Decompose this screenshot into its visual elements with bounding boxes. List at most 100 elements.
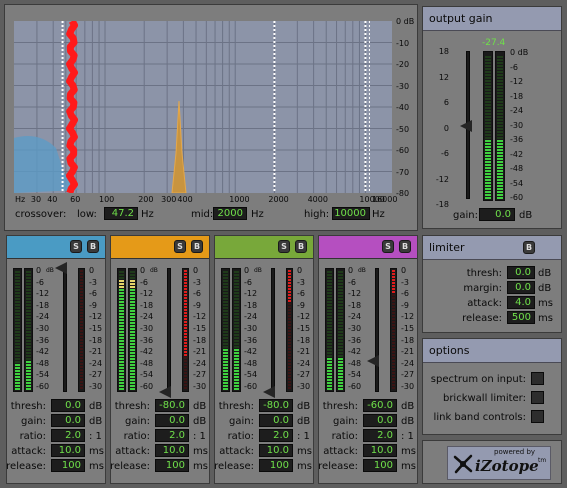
band-4-gain-field[interactable]: 0.0 xyxy=(363,414,397,427)
link-band-controls-checkbox[interactable] xyxy=(531,410,544,423)
band-3-threshold-track[interactable] xyxy=(271,268,275,392)
band-4-attack-field[interactable]: 10.0 xyxy=(363,444,397,457)
output-gain-field[interactable]: 0.0 xyxy=(479,208,515,221)
band-3-release-field[interactable]: 100 xyxy=(259,459,293,472)
high-crossover-field[interactable]: 10000 xyxy=(332,207,370,220)
band-1-release-field[interactable]: 100 xyxy=(51,459,85,472)
band-2-threshold-thumb[interactable] xyxy=(159,386,171,398)
meter-segment xyxy=(234,367,239,369)
meter-segment xyxy=(234,322,239,324)
meter-segment xyxy=(288,381,291,383)
high-label: high: xyxy=(304,209,330,220)
band-3-bypass-button[interactable]: B xyxy=(295,240,307,253)
meter-segment xyxy=(130,364,135,366)
meter-segment xyxy=(26,316,31,318)
band-3-threshold-thumb[interactable] xyxy=(263,386,275,398)
band-2-bypass-button[interactable]: B xyxy=(191,240,203,253)
band-3-solo-button[interactable]: S xyxy=(278,240,290,253)
band-4-threshold-thumb[interactable] xyxy=(367,355,379,367)
band-2-attack-field[interactable]: 10.0 xyxy=(155,444,189,457)
limiter-thresh-field[interactable]: 0.0 xyxy=(507,266,535,279)
meter-segment xyxy=(119,295,124,297)
limiter-bypass-button[interactable]: B xyxy=(523,241,535,254)
meter-segment xyxy=(234,364,239,366)
meter-segment xyxy=(327,358,332,360)
band-2-ratio-field[interactable]: 2.0 xyxy=(155,429,189,442)
output-fader-scale-label: 18 xyxy=(438,47,449,56)
band-4-thresh-field[interactable]: -60.0 xyxy=(363,399,397,412)
band-2-release-unit: ms xyxy=(193,461,208,472)
output-meter-scale-label: -12 xyxy=(510,77,524,86)
band-panel-2: S B 0 -6 -12 -18 -24 -30 -36 -42 -48 -54 -60 dB 0 -3 -6-… xyxy=(110,235,210,484)
limiter-attack-field[interactable]: 4.0 xyxy=(507,296,535,309)
meter-segment xyxy=(223,283,228,285)
band-3-gain-field[interactable]: 0.0 xyxy=(259,414,293,427)
spectrum-freq-label: 400 xyxy=(177,195,193,204)
band-4-ratio-field[interactable]: 2.0 xyxy=(363,429,397,442)
band-4-release-field[interactable]: 100 xyxy=(363,459,397,472)
meter-segment xyxy=(497,77,503,79)
band-4-thresh-label: thresh: xyxy=(322,401,358,412)
band-3-thresh-field[interactable]: -80.0 xyxy=(259,399,293,412)
band-1-level-scale-label: -36 xyxy=(36,335,50,345)
meter-segment xyxy=(392,381,395,383)
spectrum-panel: 0 dB -10 -20 -30 -40 -50 -60 -70 -80 Hz 30 40 60 100… xyxy=(4,4,418,231)
meter-segment xyxy=(184,336,187,338)
band-1-ratio-field[interactable]: 2.0 xyxy=(51,429,85,442)
band-2-threshold-track[interactable] xyxy=(167,268,171,392)
band-3-attack-field[interactable]: 10.0 xyxy=(259,444,293,457)
meter-segment xyxy=(80,324,83,326)
band-2-release-field[interactable]: 100 xyxy=(155,459,189,472)
meter-segment xyxy=(26,379,31,381)
band-1-solo-button[interactable]: S xyxy=(70,240,82,253)
meter-segment xyxy=(497,143,503,145)
output-meter-scale-label: -24 xyxy=(510,106,524,115)
band-1-gain-field[interactable]: 0.0 xyxy=(51,414,85,427)
spectrum-display[interactable] xyxy=(14,21,392,193)
band-4-bypass-button[interactable]: B xyxy=(399,240,411,253)
mid-crossover-field[interactable]: 2000 xyxy=(213,207,247,220)
output-meter-left xyxy=(483,51,493,201)
band-1-level-scale-label: -42 xyxy=(36,347,50,357)
band-4-level-scale-label: -54 xyxy=(348,370,362,380)
meter-segment xyxy=(327,328,332,330)
options-panel: options spectrum on input: brickwall lim… xyxy=(422,338,562,435)
meter-segment xyxy=(392,363,395,365)
band-4-gain-unit: dB xyxy=(401,416,415,427)
meter-segment xyxy=(26,367,31,369)
band-4-threshold-track[interactable] xyxy=(375,268,379,392)
low-crossover-field[interactable]: 47.2 xyxy=(104,207,138,220)
meter-segment xyxy=(497,110,503,112)
band-3-ratio-field[interactable]: 2.0 xyxy=(259,429,293,442)
band-1-bypass-button[interactable]: B xyxy=(87,240,99,253)
band-4-level-scale-label: -12 xyxy=(348,289,362,299)
meter-segment xyxy=(497,83,503,85)
meter-segment xyxy=(15,322,20,324)
spectrum-on-input-checkbox[interactable] xyxy=(531,372,544,385)
band-2-gr-scale-label: -21 xyxy=(193,347,207,357)
meter-segment xyxy=(392,366,395,368)
spectrum-db-label: -40 xyxy=(396,103,410,112)
meter-segment xyxy=(392,342,395,344)
izotope-logo: powered by iZotope tm xyxy=(447,446,551,480)
meter-segment xyxy=(485,152,491,154)
band-2-solo-button[interactable]: S xyxy=(174,240,186,253)
output-gain-fader-thumb[interactable] xyxy=(460,120,472,132)
limiter-release-field[interactable]: 500 xyxy=(507,311,535,324)
meter-segment xyxy=(184,375,187,377)
meter-segment xyxy=(497,161,503,163)
band-4-solo-button[interactable]: S xyxy=(382,240,394,253)
meter-segment xyxy=(130,280,135,282)
meter-segment xyxy=(184,276,187,278)
band-1-thresh-field[interactable]: 0.0 xyxy=(51,399,85,412)
brickwall-limiter-checkbox[interactable] xyxy=(531,391,544,404)
meter-segment xyxy=(392,351,395,353)
band-1-threshold-thumb[interactable] xyxy=(55,262,67,274)
band-1-attack-field[interactable]: 10.0 xyxy=(51,444,85,457)
band-1-threshold-track[interactable] xyxy=(63,268,67,392)
band-2-thresh-field[interactable]: -80.0 xyxy=(155,399,189,412)
band-2-gain-field[interactable]: 0.0 xyxy=(155,414,189,427)
meter-segment xyxy=(234,280,239,282)
limiter-margin-field[interactable]: 0.0 xyxy=(507,281,535,294)
meter-segment xyxy=(338,295,343,297)
